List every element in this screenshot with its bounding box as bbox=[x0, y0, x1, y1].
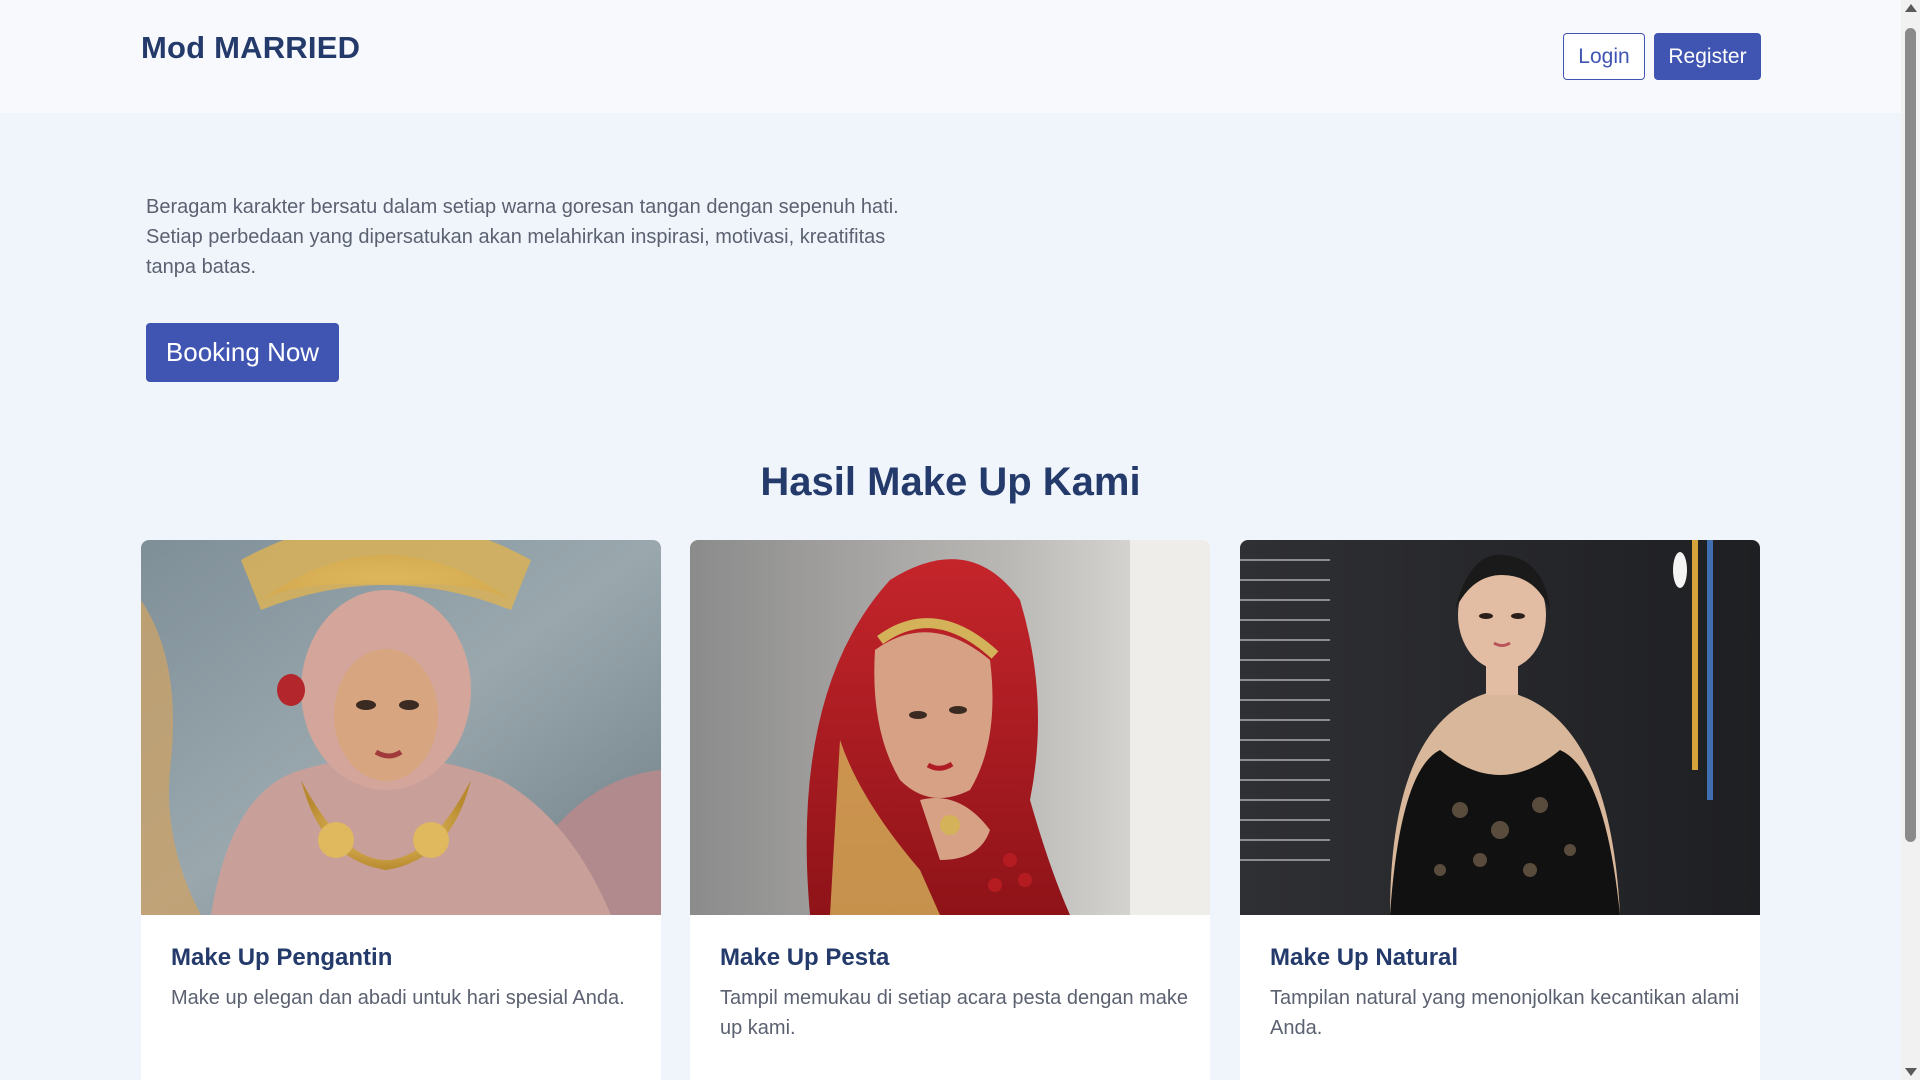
card-title: Make Up Pesta bbox=[720, 944, 890, 971]
card-title: Make Up Pengantin bbox=[171, 944, 393, 971]
scroll-up-arrow-icon[interactable] bbox=[1905, 4, 1917, 12]
scroll-down-arrow-icon[interactable] bbox=[1905, 1068, 1917, 1076]
page: Mod MARRIED Login Register Beragam karak… bbox=[0, 0, 1920, 1080]
brand-logo[interactable]: Mod MARRIED bbox=[141, 30, 360, 66]
bridal-makeup-photo bbox=[141, 540, 661, 915]
register-button[interactable]: Register bbox=[1654, 33, 1761, 80]
gallery-card[interactable]: Make Up Pesta Tampil memukau di setiap a… bbox=[690, 540, 1210, 1080]
card-description: Tampilan natural yang menonjolkan kecant… bbox=[1270, 987, 1740, 1039]
navbar: Mod MARRIED Login Register bbox=[0, 0, 1901, 113]
card-title: Make Up Natural bbox=[1270, 944, 1459, 971]
natural-makeup-photo bbox=[1240, 540, 1760, 915]
gallery-card[interactable]: Make Up Natural Tampilan natural yang me… bbox=[1240, 540, 1760, 1080]
gallery-card[interactable]: Make Up Pengantin Make up elegan dan aba… bbox=[141, 540, 661, 1080]
scrollbar-thumb[interactable] bbox=[1905, 28, 1916, 842]
hero-description: Beragam karakter bersatu dalam setiap wa… bbox=[146, 196, 899, 278]
card-description: Make up elegan dan abadi untuk hari spes… bbox=[171, 987, 625, 1009]
party-makeup-photo bbox=[690, 540, 1210, 915]
gallery-title: Hasil Make Up Kami bbox=[760, 460, 1141, 504]
vertical-scrollbar[interactable] bbox=[1901, 0, 1920, 1080]
booking-now-button[interactable]: Booking Now bbox=[146, 323, 339, 382]
card-description: Tampil memukau di setiap acara pesta den… bbox=[720, 987, 1189, 1039]
login-button[interactable]: Login bbox=[1563, 33, 1645, 80]
